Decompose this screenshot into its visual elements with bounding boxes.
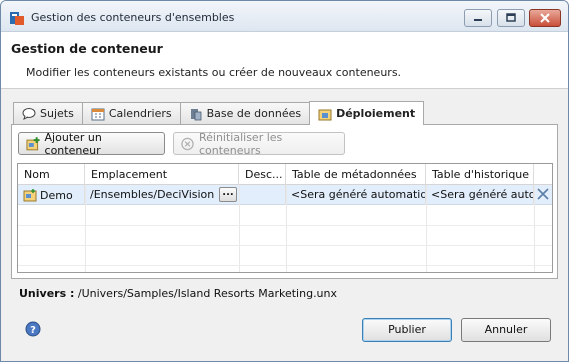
minimize-icon [474,19,482,21]
add-container-button[interactable]: Ajouter un conteneur [18,130,165,157]
reset-containers-label: Réinitialiser les conteneurs [198,130,283,157]
delete-icon [537,188,549,200]
cell-nom[interactable]: Demo [18,185,85,205]
column-divider [286,185,287,272]
maximize-button[interactable] [497,9,525,27]
calendar-icon [91,108,105,120]
column-header-metadata-table[interactable]: Table de métadonnées [286,164,426,185]
browse-location-button[interactable]: ... [219,187,237,202]
table-header: Nom Emplacement Desc... Table de métadon… [18,164,552,185]
cell-metadata-table[interactable]: <Sera généré automatiqu [286,185,426,205]
close-icon [540,13,550,23]
minimize-button[interactable] [464,9,492,27]
tab-label: Sujets [40,107,74,120]
reset-containers-button[interactable]: Réinitialiser les conteneurs [173,130,345,157]
add-container-icon [26,136,40,150]
cell-description[interactable] [239,185,286,205]
universe-info: Univers : /Univers/Samples/Island Resort… [19,287,337,300]
cell-history-table[interactable]: <Sera généré auton [426,185,534,205]
column-divider [85,185,86,272]
column-header-nom[interactable]: Nom [18,164,85,185]
row-divider [18,265,552,266]
reset-icon [181,137,194,150]
universe-path: /Univers/Samples/Island Resorts Marketin… [77,287,338,300]
publish-button[interactable]: Publier [362,318,452,342]
column-header-description[interactable]: Desc... [239,164,286,185]
column-divider [534,185,535,272]
window-title: Gestion des conteneurs d'ensembles [31,11,235,24]
tab-label: Déploiement [336,107,416,120]
column-header-history-table[interactable]: Table d'historique [426,164,534,185]
title-bar[interactable]: Gestion des conteneurs d'ensembles [1,1,568,32]
column-header-emplacement[interactable]: Emplacement [85,164,239,185]
header-title: Gestion de conteneur [11,41,163,56]
close-button[interactable] [529,9,561,27]
cell-emplacement[interactable]: /Ensembles/DeciVision [85,185,219,205]
add-container-label: Ajouter un conteneur [44,130,102,157]
tab-label: Calendriers [108,107,172,120]
containers-table: Nom Emplacement Desc... Table de métadon… [17,163,553,273]
column-divider [426,185,427,272]
tab-sujets[interactable]: Sujets [13,102,83,124]
column-divider [239,185,240,272]
app-icon [10,12,24,25]
container-name: Demo [40,188,73,202]
header-description: Modifier les conteneurs existants ou cré… [26,66,402,79]
cancel-button[interactable]: Annuler [461,318,551,342]
tab-base-de-donnees[interactable]: Base de données [179,102,311,124]
tab-bar: Sujets Calendriers Base de données Déplo… [13,101,425,125]
svg-text:?: ? [30,325,36,336]
delete-row-button[interactable] [534,185,552,205]
maximize-icon [506,13,516,22]
speech-bubble-icon [22,108,36,120]
row-divider [18,245,552,246]
tab-label: Base de données [206,107,302,120]
row-divider [18,225,552,226]
deployment-panel: Ajouter un conteneur Réinitialiser les c… [11,124,558,279]
help-icon[interactable]: ? [25,321,41,337]
column-header-actions [534,164,552,185]
deployment-icon [318,109,332,120]
dialog-header: Gestion de conteneur Modifier les conten… [1,32,568,89]
database-icon [190,108,202,120]
universe-label: Univers : [19,287,75,300]
table-row[interactable]: Demo /Ensembles/DeciVision ... <Sera gén… [18,185,552,205]
tab-deploiement[interactable]: Déploiement [309,101,425,125]
dialog-window: Gestion des conteneurs d'ensembles Gesti… [0,0,569,362]
tab-calendriers[interactable]: Calendriers [81,102,181,124]
container-icon [23,189,37,202]
